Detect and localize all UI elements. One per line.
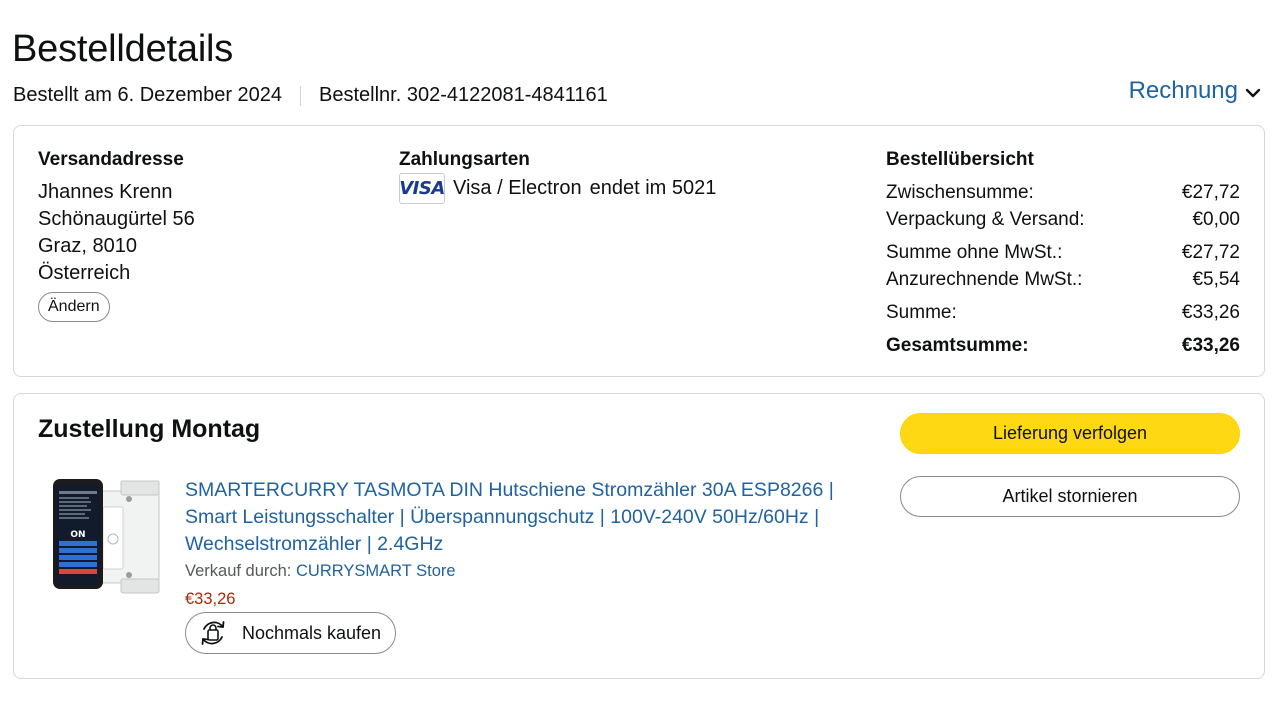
order-date: Bestellt am 6. Dezember 2024 bbox=[13, 84, 283, 106]
summary-value: €5,54 bbox=[1192, 269, 1240, 290]
summary-label: Summe: bbox=[886, 302, 957, 323]
product-image[interactable]: ON bbox=[51, 477, 163, 599]
summary-row-sum: Summe: €33,26 bbox=[886, 299, 1240, 326]
meta-divider bbox=[300, 85, 302, 106]
shipping-title: Versandadresse bbox=[38, 149, 184, 170]
page-title: Bestelldetails bbox=[12, 28, 234, 70]
summary-row-shipping: Verpackung & Versand: €0,00 bbox=[886, 206, 1240, 233]
shipping-street: Schönaugürtel 56 bbox=[38, 208, 195, 230]
buy-again-button[interactable]: Nochmals kaufen bbox=[185, 612, 396, 654]
shipping-country: Österreich bbox=[38, 262, 131, 284]
shipping-address: Jhannes Krenn Schönaugürtel 56 Graz, 801… bbox=[38, 179, 195, 287]
shipping-city: Graz, 8010 bbox=[38, 235, 137, 257]
cancel-item-button[interactable]: Artikel stornieren bbox=[900, 476, 1240, 517]
order-summary-card: Versandadresse Jhannes Krenn Schönaugürt… bbox=[13, 125, 1265, 377]
summary-row-net: Summe ohne MwSt.: €27,72 bbox=[886, 239, 1240, 266]
summary-row-total: Gesamtsumme: €33,26 bbox=[886, 332, 1240, 359]
order-number: Bestellnr. 302-4122081-4841161 bbox=[319, 84, 608, 106]
summary-value: €27,72 bbox=[1181, 182, 1240, 203]
product-price: €33,26 bbox=[185, 590, 236, 608]
summary-row-tax: Anzurechnende MwSt.: €5,54 bbox=[886, 266, 1240, 293]
summary-title: Bestellübersicht bbox=[886, 149, 1034, 170]
shipping-name: Jhannes Krenn bbox=[38, 181, 173, 203]
invoice-label: Rechnung bbox=[1128, 77, 1238, 104]
payment-title: Zahlungsarten bbox=[399, 149, 530, 170]
summary-label: Gesamtsumme: bbox=[886, 335, 1029, 356]
summary-value: €27,72 bbox=[1181, 242, 1240, 263]
summary-label: Anzurechnende MwSt.: bbox=[886, 269, 1083, 290]
summary-label: Zwischensumme: bbox=[886, 182, 1034, 203]
card-ending: endet im 5021 bbox=[589, 177, 717, 199]
sold-by: Verkauf durch: CURRYSMART Store bbox=[185, 562, 456, 581]
summary-value: €33,26 bbox=[1181, 335, 1240, 356]
buy-again-label: Nochmals kaufen bbox=[242, 622, 382, 643]
card-brand: VISA bbox=[399, 178, 445, 199]
summary-label: Summe ohne MwSt.: bbox=[886, 242, 1063, 263]
change-address-button[interactable]: Ändern bbox=[38, 292, 110, 322]
summary-value: €33,26 bbox=[1181, 302, 1240, 323]
chevron-down-icon bbox=[1245, 88, 1261, 98]
summary-label: Verpackung & Versand: bbox=[886, 209, 1085, 230]
card-type: Visa / Electron bbox=[453, 177, 582, 199]
track-package-button[interactable]: Lieferung verfolgen bbox=[900, 413, 1240, 454]
visa-card-icon: VISA bbox=[399, 173, 445, 204]
order-meta: Bestellt am 6. Dezember 2024 Bestellnr. … bbox=[13, 84, 608, 107]
delivery-title: Zustellung Montag bbox=[38, 415, 261, 443]
buy-again-icon bbox=[201, 621, 225, 645]
product-image-label: ON bbox=[70, 530, 85, 540]
summary-table: Zwischensumme: €27,72 Verpackung & Versa… bbox=[886, 179, 1240, 359]
summary-value: €0,00 bbox=[1192, 209, 1240, 230]
product-title-link[interactable]: SMARTERCURRY TASMOTA DIN Hutschiene Stro… bbox=[185, 477, 875, 558]
seller-link[interactable]: CURRYSMART Store bbox=[296, 562, 456, 580]
payment-method: VISA Visa / Electron endet im 5021 bbox=[399, 173, 716, 204]
invoice-dropdown[interactable]: Rechnung bbox=[1129, 77, 1262, 105]
summary-row-subtotal: Zwischensumme: €27,72 bbox=[886, 179, 1240, 206]
delivery-card: Zustellung Montag ON SMARTERCURRY TASMOT… bbox=[13, 393, 1265, 679]
sold-by-label: Verkauf durch: bbox=[185, 562, 292, 580]
